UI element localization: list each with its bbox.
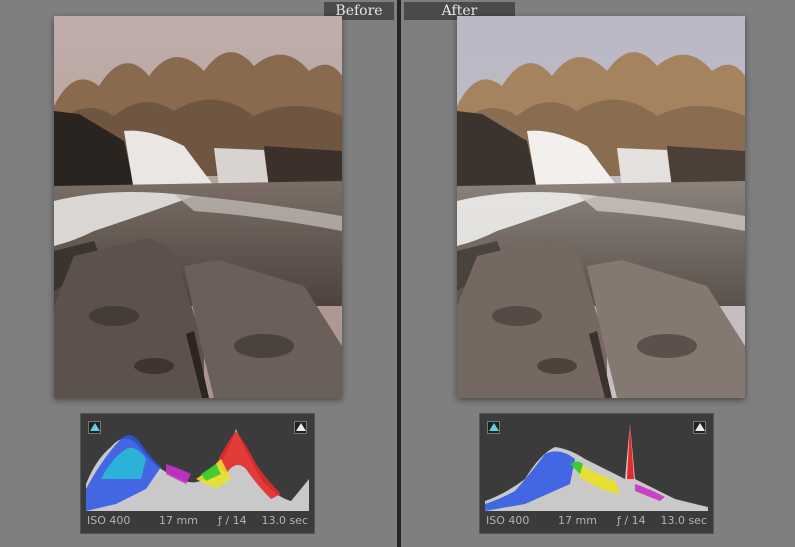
shadow-clipping-icon[interactable]: [88, 421, 101, 434]
waterfall-photo-icon: [457, 16, 745, 398]
aperture-value: ƒ / 14: [218, 514, 247, 527]
after-histogram-panel: ISO 400 17 mm ƒ / 14 13.0 sec: [479, 413, 714, 534]
shutter-speed-value: 13.0 sec: [261, 514, 308, 527]
iso-value: ISO 400: [486, 514, 530, 527]
before-photo[interactable]: [54, 16, 342, 398]
before-exif-info: ISO 400 17 mm ƒ / 14 13.0 sec: [87, 514, 308, 530]
shutter-speed-value: 13.0 sec: [660, 514, 707, 527]
before-histogram-panel: ISO 400 17 mm ƒ / 14 13.0 sec: [80, 413, 315, 534]
shadow-clipping-icon[interactable]: [487, 421, 500, 434]
focal-length-value: 17 mm: [558, 514, 597, 527]
focal-length-value: 17 mm: [159, 514, 198, 527]
after-histogram-graph: [485, 419, 708, 511]
after-photo[interactable]: [457, 16, 745, 398]
highlight-clipping-icon[interactable]: [294, 421, 307, 434]
iso-value: ISO 400: [87, 514, 131, 527]
after-exif-info: ISO 400 17 mm ƒ / 14 13.0 sec: [486, 514, 707, 530]
waterfall-photo-icon: [54, 16, 342, 398]
highlight-clipping-icon[interactable]: [693, 421, 706, 434]
before-pane: Before ISO 400 17 mm ƒ / 14 13.0 sec: [0, 0, 397, 547]
before-histogram-graph: [86, 419, 309, 511]
after-pane: After ISO 400 17 mm ƒ / 14 13.0 sec: [401, 0, 795, 547]
aperture-value: ƒ / 14: [617, 514, 646, 527]
